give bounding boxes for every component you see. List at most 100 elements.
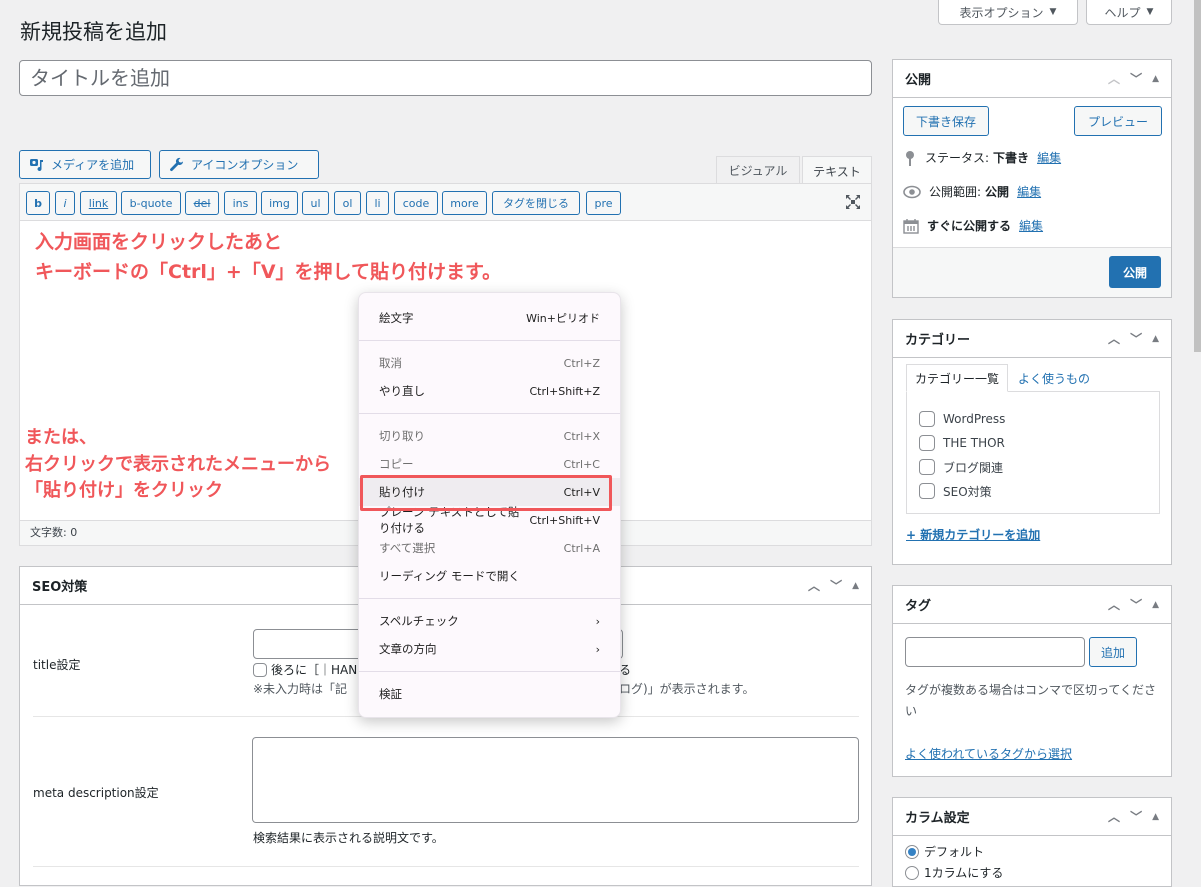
preview-button[interactable]: プレビュー xyxy=(1074,106,1162,136)
qt-bold-button[interactable]: b xyxy=(26,191,50,215)
tag-help-text: タグが複数ある場合はコンマで区切ってください xyxy=(905,683,1157,718)
add-new-category-link[interactable]: + 新規カテゴリーを追加 xyxy=(906,526,1040,543)
menu-item-copy[interactable]: コピー Ctrl+C xyxy=(359,450,620,478)
pin-icon xyxy=(906,150,914,166)
menu-item-label: コピー xyxy=(379,457,414,471)
category-checkbox[interactable] xyxy=(919,435,935,451)
menu-item-label: 貼り付け xyxy=(379,485,425,499)
move-down-icon[interactable]: ﹀ xyxy=(1130,330,1142,347)
move-down-icon[interactable]: ﹀ xyxy=(1130,70,1142,87)
category-label: ブログ関連 xyxy=(943,460,1004,475)
qt-code-button[interactable]: code xyxy=(394,191,438,215)
qt-ol-button[interactable]: ol xyxy=(334,191,361,215)
tag-metabox-header: タグ ︿ ﹀ ▲ xyxy=(893,586,1171,624)
qt-img-button[interactable]: img xyxy=(261,191,298,215)
column-settings-metabox: カラム設定 ︿ ﹀ ▲ デフォルト 1カラムにする xyxy=(892,797,1172,887)
toggle-panel-icon[interactable]: ▲ xyxy=(1152,812,1159,822)
tab-popular-categories[interactable]: よく使うもの xyxy=(1018,364,1090,392)
menu-item-text-direction[interactable]: 文章の方向 › xyxy=(359,635,620,663)
tab-all-categories[interactable]: カテゴリー一覧 xyxy=(906,364,1008,392)
toggle-panel-icon[interactable]: ▲ xyxy=(1152,74,1159,84)
screen-options-button[interactable]: 表示オプション ▼ xyxy=(938,0,1078,25)
menu-item-spellcheck[interactable]: スペルチェック › xyxy=(359,607,620,635)
menu-item-label: すべて選択 xyxy=(379,541,436,555)
add-media-button[interactable]: メディアを追加 xyxy=(19,150,151,179)
menu-item-redo[interactable]: やり直し Ctrl+Shift+Z xyxy=(359,377,620,405)
menu-item-paste-plain[interactable]: プレーン テキストとして貼り付ける Ctrl+Shift+V xyxy=(359,505,620,535)
divider xyxy=(33,866,859,867)
column-option-default[interactable]: デフォルト xyxy=(905,843,984,860)
icon-options-button[interactable]: アイコンオプション xyxy=(159,150,319,179)
qt-link-button[interactable]: link xyxy=(80,191,117,215)
qt-ins-button[interactable]: ins xyxy=(224,191,257,215)
toggle-panel-icon[interactable]: ▲ xyxy=(1152,600,1159,610)
qt-bquote-button[interactable]: b-quote xyxy=(121,191,181,215)
add-tag-button[interactable]: 追加 xyxy=(1089,637,1137,667)
qt-pre-button[interactable]: pre xyxy=(586,191,621,215)
toggle-panel-icon[interactable]: ▲ xyxy=(852,581,859,591)
meta-description-textarea[interactable] xyxy=(252,737,859,823)
move-up-icon[interactable]: ︿ xyxy=(1108,596,1120,613)
schedule-label: すぐに公開する xyxy=(927,219,1012,233)
save-draft-button[interactable]: 下書き保存 xyxy=(903,106,989,136)
page-scrollbar[interactable] xyxy=(1194,0,1201,352)
category-item[interactable]: THE THOR xyxy=(919,431,1159,455)
menu-item-emoji[interactable]: 絵文字 Win+ピリオド xyxy=(359,304,620,332)
column-option-one[interactable]: 1カラムにする xyxy=(905,864,1003,881)
edit-schedule-link[interactable]: 編集 xyxy=(1019,217,1043,234)
meta-description-note: 検索結果に表示される説明文です。 xyxy=(253,831,444,845)
qt-italic-button[interactable]: i xyxy=(55,191,75,215)
move-up-icon[interactable]: ︿ xyxy=(808,577,820,594)
tab-text[interactable]: テキスト xyxy=(802,156,872,185)
move-up-icon[interactable]: ︿ xyxy=(1108,330,1120,347)
move-up-icon[interactable]: ︿ xyxy=(1108,70,1120,87)
qt-more-button[interactable]: more xyxy=(442,191,487,215)
choose-popular-tags-link[interactable]: よく使われているタグから選択 xyxy=(905,745,1072,762)
title-suffix-checkbox[interactable] xyxy=(253,662,267,677)
menu-item-undo[interactable]: 取消 Ctrl+Z xyxy=(359,349,620,377)
visibility-value: 公開 xyxy=(985,185,1010,199)
edit-visibility-link[interactable]: 編集 xyxy=(1017,183,1041,200)
column-settings-header: カラム設定 ︿ ﹀ ▲ xyxy=(893,798,1171,836)
category-item[interactable]: WordPress xyxy=(919,407,1159,431)
menu-item-label: プレーン テキストとして貼り付ける xyxy=(379,505,520,535)
menu-item-select-all[interactable]: すべて選択 Ctrl+A xyxy=(359,534,620,562)
menu-item-label: リーディング モードで開く xyxy=(379,569,520,583)
status-label: ステータス: xyxy=(925,151,990,165)
qt-close-tags-button[interactable]: タグを閉じる xyxy=(492,191,580,215)
qt-li-button[interactable]: li xyxy=(366,191,389,215)
move-down-icon[interactable]: ﹀ xyxy=(830,577,842,594)
move-up-icon[interactable]: ︿ xyxy=(1108,808,1120,825)
menu-item-label: 絵文字 xyxy=(379,311,414,325)
title-suffix-label: 後ろに［｜HAN xyxy=(271,663,358,677)
edit-status-link[interactable]: 編集 xyxy=(1037,149,1061,166)
menu-item-inspect[interactable]: 検証 xyxy=(359,680,620,708)
fullscreen-icon[interactable] xyxy=(845,194,861,210)
category-item[interactable]: SEO対策 xyxy=(919,479,1159,503)
radio-selected[interactable] xyxy=(905,844,919,859)
tab-visual[interactable]: ビジュアル xyxy=(716,156,800,184)
category-item[interactable]: ブログ関連 xyxy=(919,455,1159,479)
post-title-input[interactable]: タイトルを追加 xyxy=(19,60,872,96)
move-down-icon[interactable]: ﹀ xyxy=(1130,808,1142,825)
toggle-panel-icon[interactable]: ▲ xyxy=(1152,334,1159,344)
category-checkbox[interactable] xyxy=(919,411,935,427)
post-schedule: すぐに公開する 編集 xyxy=(903,217,1043,234)
qt-ul-button[interactable]: ul xyxy=(302,191,329,215)
help-button[interactable]: ヘルプ ▼ xyxy=(1086,0,1172,25)
category-checklist: WordPress THE THOR ブログ関連 SEO対策 xyxy=(906,391,1160,514)
radio-unselected[interactable] xyxy=(905,865,919,880)
publish-button[interactable]: 公開 xyxy=(1109,256,1161,288)
category-checkbox[interactable] xyxy=(919,459,935,475)
category-metabox-header: カテゴリー ︿ ﹀ ▲ xyxy=(893,320,1171,358)
menu-item-cut[interactable]: 切り取り Ctrl+X xyxy=(359,422,620,450)
wrench-icon xyxy=(170,157,184,171)
category-checkbox[interactable] xyxy=(919,483,935,499)
menu-item-reading-mode[interactable]: リーディング モードで開く xyxy=(359,562,620,590)
move-down-icon[interactable]: ﹀ xyxy=(1130,596,1142,613)
tag-input[interactable] xyxy=(905,637,1085,667)
qt-del-button[interactable]: del xyxy=(185,191,219,215)
menu-separator xyxy=(359,340,620,341)
menu-separator xyxy=(359,671,620,672)
menu-item-paste[interactable]: 貼り付け Ctrl+V xyxy=(359,478,620,506)
